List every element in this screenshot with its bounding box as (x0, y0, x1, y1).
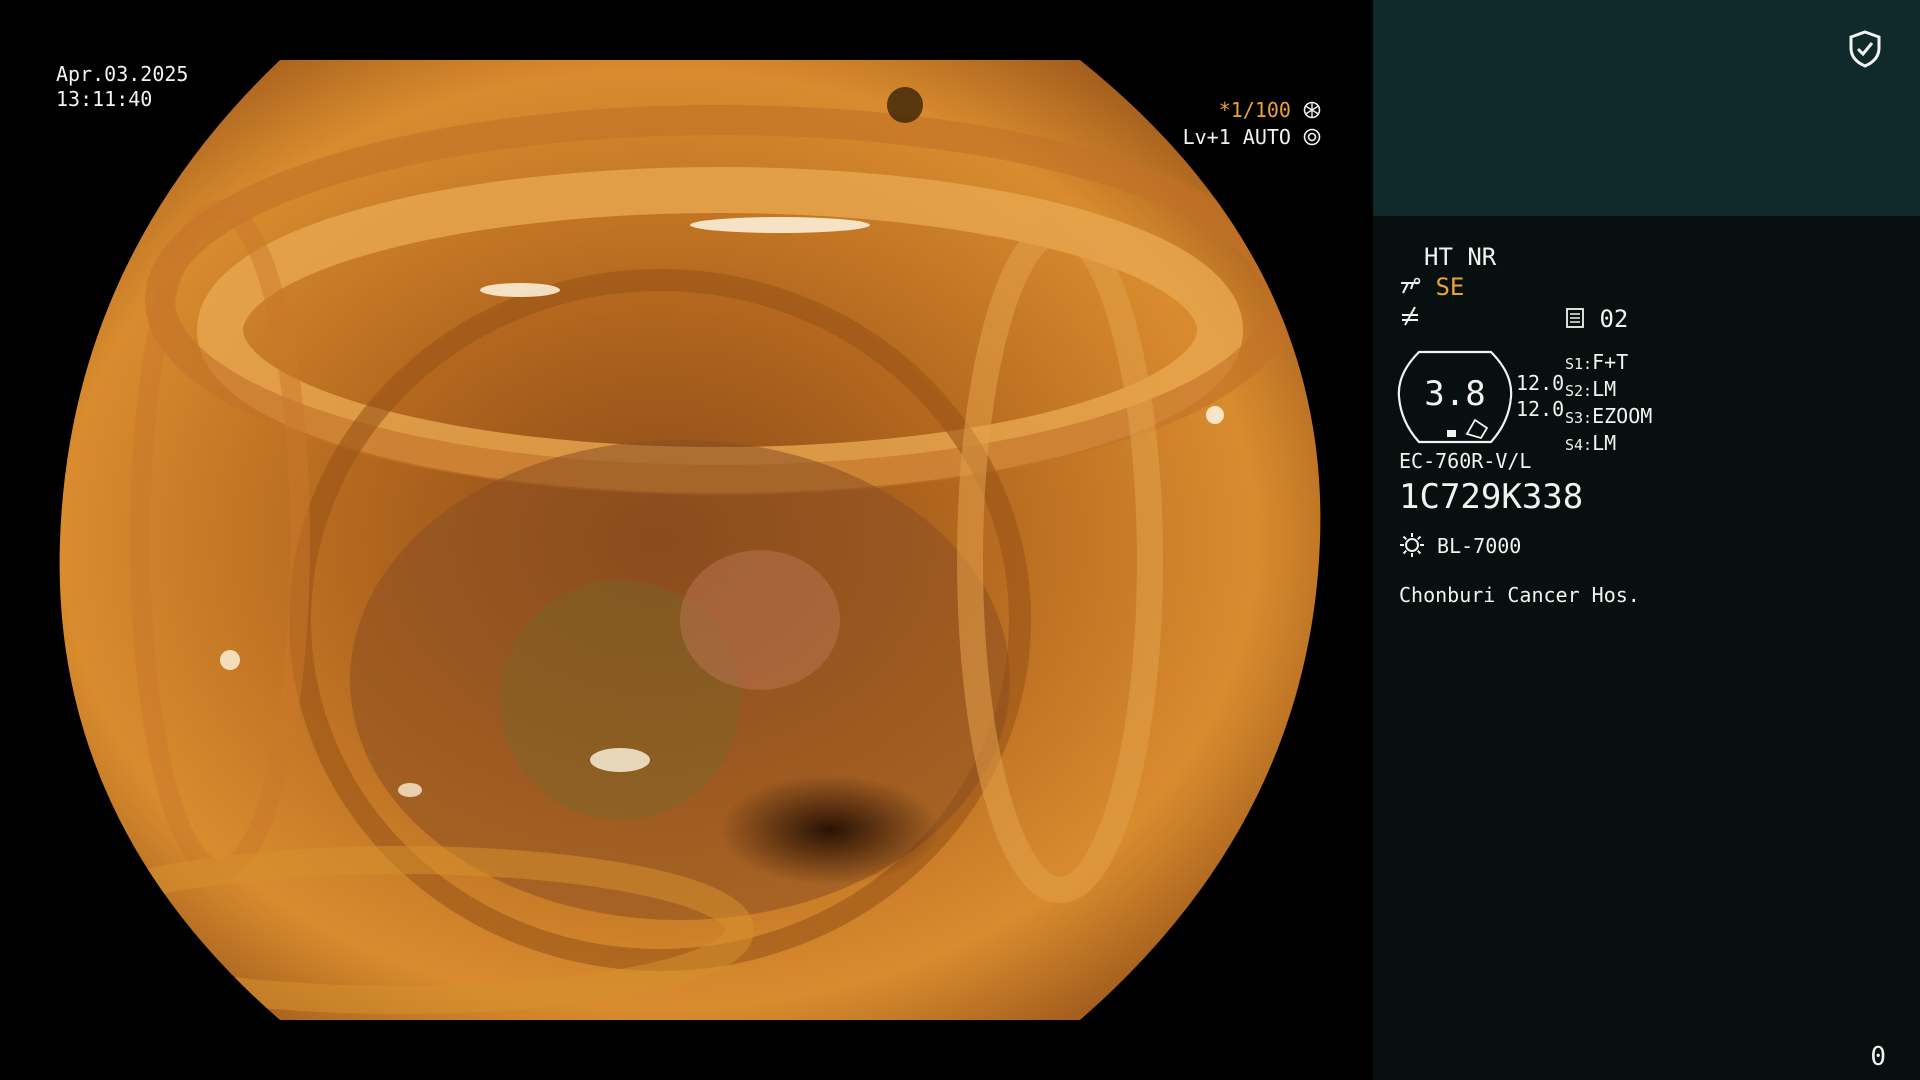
endoscope-view-area: Apr.03.2025 13:11:40 *1/100 Lv+1 AUTO (0, 0, 1373, 1080)
hospital-name: Chonburi Cancer Hos. (1399, 583, 1640, 607)
image-counter: 0 (1870, 1042, 1886, 1072)
document-icon (1566, 308, 1584, 328)
shield-check-icon (1849, 30, 1881, 68)
setting-values: 12.0 12.0 (1516, 370, 1564, 422)
time-text: 13:11:40 (56, 87, 153, 111)
info-panel: HT NR SE 02 3.8 12.0 12.0 S1:F+T S2:LM S… (1373, 0, 1920, 1080)
info-panel-header (1373, 0, 1920, 216)
scissors-icon (1401, 277, 1421, 294)
se-mode-text: SE (1435, 273, 1465, 301)
date-time-readout: Apr.03.2025 13:11:40 (56, 62, 188, 112)
slash-row (1399, 305, 1421, 332)
endoscopic-image (59, 60, 1321, 1020)
level-readout: Lv+1 AUTO (1183, 125, 1321, 150)
scope-model: EC-760R-V/L (1399, 449, 1532, 473)
slash-icon (1402, 306, 1418, 326)
document-number: 02 (1599, 305, 1629, 333)
setting-value-2: 12.0 (1516, 397, 1565, 421)
iris-icon (1303, 128, 1321, 146)
switch-s1: S1:F+T (1565, 350, 1629, 374)
aperture-icon (1303, 101, 1321, 119)
shutter-readout: *1/100 (1219, 98, 1321, 123)
se-mode-row: SE (1399, 274, 1464, 300)
light-source-text: BL-7000 (1437, 534, 1522, 558)
date-text: Apr.03.2025 (56, 62, 189, 86)
switch-s2: S2:LM (1565, 377, 1617, 401)
scope-serial: 1C729K338 (1399, 477, 1584, 517)
document-row: 02 (1565, 306, 1628, 332)
switch-s3: S3:EZOOM (1565, 404, 1653, 428)
shutter-text: *1/100 (1218, 98, 1291, 122)
zoom-indicator: 3.8 (1397, 350, 1513, 444)
level-text: Lv+1 AUTO (1182, 125, 1291, 149)
setting-value-1: 12.0 (1516, 371, 1565, 395)
light-source-row: BL-7000 (1399, 532, 1521, 559)
processing-modes: HT NR (1424, 243, 1497, 271)
switch-s4: S4:LM (1565, 431, 1617, 455)
switch-assignments: S1:F+T S2:LM S3:EZOOM S4:LM (1565, 350, 1652, 458)
sun-icon (1400, 533, 1424, 557)
zoom-value: 3.8 (1424, 374, 1486, 414)
